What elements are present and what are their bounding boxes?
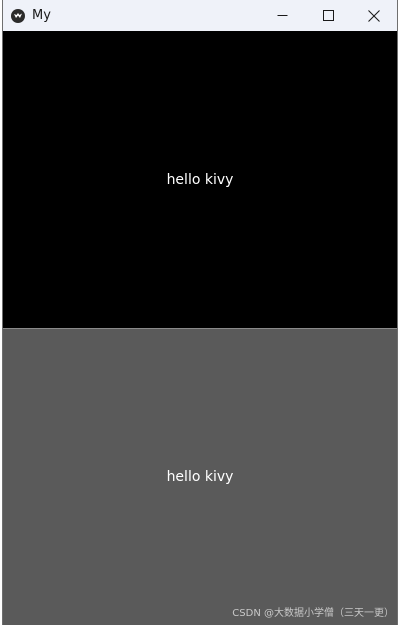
kivy-logo-icon [11, 8, 25, 23]
minimize-icon [277, 15, 287, 16]
close-icon [368, 9, 380, 22]
close-button[interactable] [351, 0, 397, 31]
hello-kivy-button-bottom[interactable]: hello kivy [3, 328, 397, 625]
window-controls [259, 0, 397, 31]
title-bar[interactable]: My [3, 0, 397, 31]
button-label: hello kivy [166, 171, 234, 188]
maximize-button[interactable] [305, 0, 351, 31]
button-label: hello kivy [166, 469, 234, 485]
maximize-icon [322, 10, 334, 21]
app-window: My hello kivy hello kivy CSDN @大数据小学僧（三天… [2, 0, 398, 625]
hello-kivy-button-top[interactable]: hello kivy [3, 31, 397, 328]
minimize-button[interactable] [259, 0, 305, 31]
box-layout: hello kivy hello kivy [3, 31, 397, 625]
watermark-text: CSDN @大数据小学僧（三天一更） [232, 608, 394, 619]
window-title: My [32, 8, 51, 23]
